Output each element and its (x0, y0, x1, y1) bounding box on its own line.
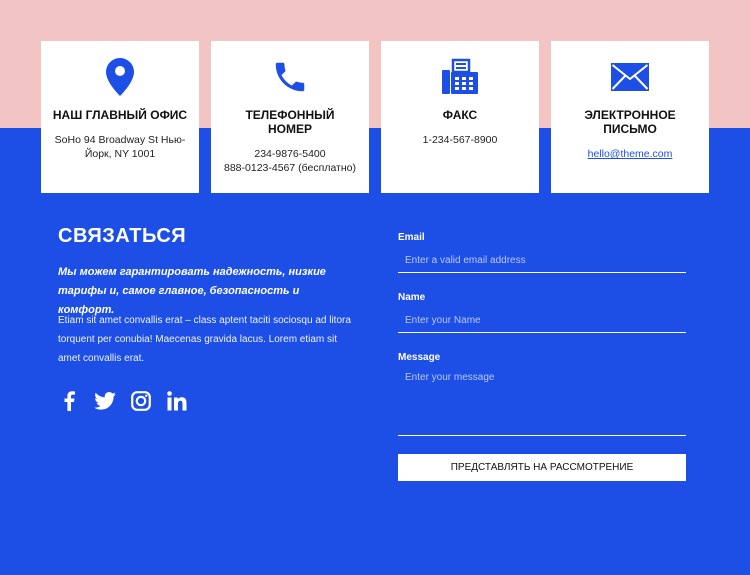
contact-heading: СВЯЗАТЬСЯ (58, 225, 187, 247)
office-address: SoHo 94 Broadway St Нью- Йорк, NY 1001 (47, 133, 193, 161)
name-field[interactable] (398, 308, 686, 333)
email-address: hello@theme.com (557, 147, 703, 161)
map-pin-icon (41, 57, 199, 97)
fax-icon (381, 57, 539, 97)
email-label: Email (398, 232, 425, 243)
email-title: ЭЛЕКТРОННОЕ ПИСЬМО (557, 108, 703, 136)
twitter-icon[interactable] (94, 390, 116, 412)
office-address-line-2: Йорк, NY 1001 (84, 148, 156, 160)
office-title: НАШ ГЛАВНЫЙ ОФИС (52, 108, 188, 122)
phone-icon (211, 57, 369, 97)
phone-title: ТЕЛЕФОННЫЙ НОМЕР (217, 108, 363, 136)
email-link[interactable]: hello@theme.com (588, 148, 673, 160)
email-title-line-2: ПИСЬМО (603, 122, 657, 136)
phone-title-line-2: НОМЕР (267, 122, 312, 136)
office-address-line-1: SoHo 94 Broadway St Нью- (54, 134, 186, 146)
name-label: Name (398, 292, 426, 303)
fax-number: 1-234-567-8900 (422, 134, 498, 146)
linkedin-icon[interactable] (166, 390, 188, 412)
phone-title-line-1: ТЕЛЕФОННЫЙ (245, 108, 335, 122)
phone-number-1: 234-9876-5400 (254, 148, 326, 160)
email-card: ЭЛЕКТРОННОЕ ПИСЬМО hello@theme.com (551, 41, 709, 193)
email-title-line-1: ЭЛЕКТРОННОЕ (584, 108, 676, 122)
phone-card: ТЕЛЕФОННЫЙ НОМЕР 234-9876-5400 888-0123-… (211, 41, 369, 193)
message-field[interactable] (398, 368, 686, 436)
message-label: Message (398, 352, 441, 363)
office-card: НАШ ГЛАВНЫЙ ОФИС SoHo 94 Broadway St Нью… (41, 41, 199, 193)
facebook-icon[interactable] (58, 390, 80, 412)
envelope-icon (551, 57, 709, 97)
contact-body: Etiam sit amet convallis erat – class ap… (58, 315, 351, 364)
submit-button[interactable]: ПРЕДСТАВЛЯТЬ НА РАССМОТРЕНИЕ (398, 454, 686, 481)
contact-info: СВЯЗАТЬСЯ Мы можем гарантировать надежно… (58, 225, 358, 411)
fax-title: ФАКС (442, 108, 478, 122)
fax-card: ФАКС 1-234-567-8900 (381, 41, 539, 193)
phone-number-2: 888-0123-4567 (бесплатно) (224, 162, 356, 174)
instagram-icon[interactable] (130, 390, 152, 412)
social-links (58, 390, 188, 412)
phone-numbers: 234-9876-5400 888-0123-4567 (бесплатно) (217, 147, 363, 175)
email-field[interactable] (398, 248, 686, 273)
